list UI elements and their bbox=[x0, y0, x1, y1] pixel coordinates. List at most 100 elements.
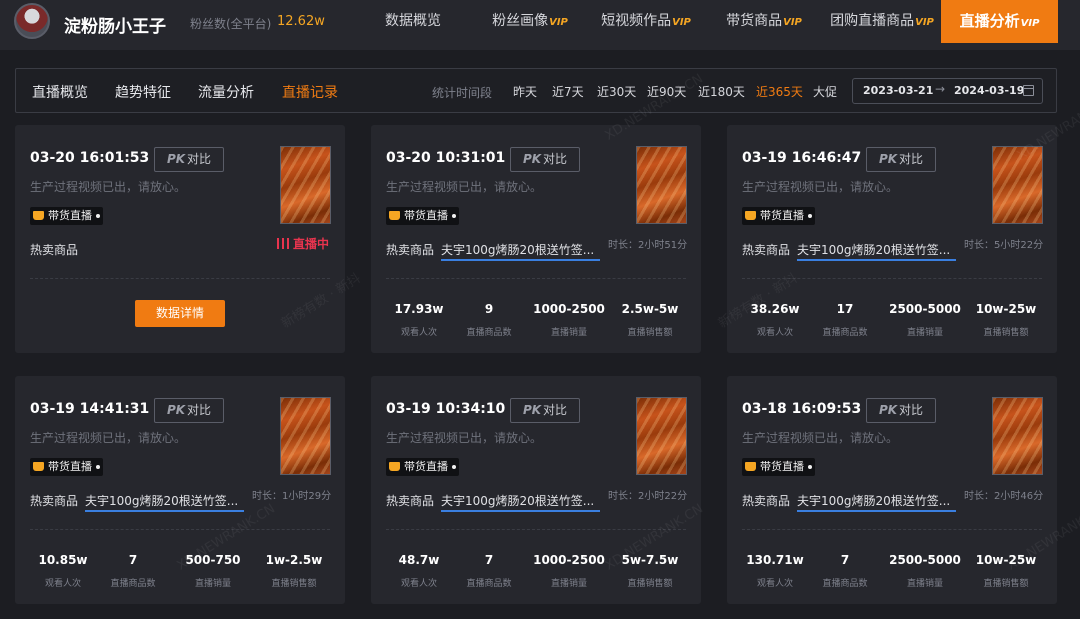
live-cover-thumbnail[interactable] bbox=[280, 146, 331, 224]
nav-tab-selling-products[interactable]: 带货商品VIP bbox=[718, 0, 810, 43]
live-duration: 时长：2小时51分 bbox=[608, 240, 688, 251]
live-record-card: 03-19 14:41:31 PK 对比 生产过程视频已出，请放心。 带货直播 热… bbox=[15, 376, 345, 604]
live-cover-thumbnail[interactable] bbox=[992, 146, 1043, 224]
stat-product-count-label: 直播商品数 bbox=[822, 328, 868, 338]
nav-tab-group-live-products[interactable]: 团购直播商品VIP bbox=[824, 0, 940, 43]
pk-compare-label: 对比 bbox=[543, 403, 568, 417]
nav-tab-short-videos[interactable]: 短视频作品VIP bbox=[594, 0, 698, 43]
nav-tab-label: 带货商品 bbox=[726, 13, 783, 29]
live-record-card: 03-20 10:31:01 PK 对比 生产过程视频已出，请放心。 带货直播 热… bbox=[371, 125, 701, 353]
pk-compare-button[interactable]: PK 对比 bbox=[866, 398, 936, 423]
stat-product-count-value: 17 bbox=[836, 302, 854, 316]
calendar-icon[interactable] bbox=[1023, 85, 1034, 96]
pk-compare-button[interactable]: PK 对比 bbox=[154, 398, 224, 423]
stat-product-count-label: 直播商品数 bbox=[110, 579, 156, 589]
arrow-right-icon: → bbox=[935, 82, 946, 96]
hot-product-link[interactable]: 夫宇100g烤肠20根送竹签... bbox=[797, 241, 956, 261]
card-divider bbox=[742, 278, 1042, 279]
sub-navigation-bar: 直播概览 趋势特征 流量分析 直播记录 统计时间段 昨天 近7天 近30天 近9… bbox=[15, 68, 1057, 113]
nav-tab-live-analysis[interactable]: 直播分析VIP bbox=[941, 0, 1058, 43]
stat-sales-volume-value: 1000-2500 bbox=[533, 302, 605, 316]
nav-tab-label: 粉丝画像 bbox=[492, 13, 549, 29]
stat-sales-amount-label: 直播销售额 bbox=[627, 579, 673, 589]
pk-compare-button[interactable]: PK 对比 bbox=[154, 147, 224, 172]
vip-badge: VIP bbox=[1020, 18, 1040, 29]
hot-product-link[interactable]: 夫宇100g烤肠20根送竹签... bbox=[85, 492, 244, 512]
live-description: 生产过程视频已出，请放心。 bbox=[386, 180, 543, 194]
hot-product-link[interactable]: 夫宇100g烤肠20根送竹签... bbox=[797, 492, 956, 512]
pk-compare-button[interactable]: PK 对比 bbox=[510, 398, 580, 423]
shopping-cart-icon bbox=[389, 462, 400, 471]
pk-compare-label: 对比 bbox=[899, 152, 924, 166]
pk-icon: PK bbox=[166, 403, 186, 417]
data-details-button[interactable]: 数据详情 bbox=[135, 300, 225, 327]
live-now-indicator: 直播中 bbox=[277, 235, 329, 252]
fans-count-label: 粉丝数(全平台) bbox=[190, 17, 272, 31]
hot-product-link[interactable]: 夫宇100g烤肠20根送竹签... bbox=[441, 241, 600, 261]
live-type-tag: 带货直播 bbox=[742, 207, 815, 225]
avatar[interactable] bbox=[14, 3, 50, 39]
live-cover-thumbnail[interactable] bbox=[636, 146, 687, 224]
live-cover-thumbnail[interactable] bbox=[992, 397, 1043, 475]
period-option-365d[interactable]: 近365天 bbox=[756, 83, 803, 100]
shopping-cart-icon bbox=[745, 462, 756, 471]
period-option-7d[interactable]: 近7天 bbox=[552, 83, 584, 100]
live-duration: 时长：2小时46分 bbox=[964, 491, 1044, 502]
pk-compare-button[interactable]: PK 对比 bbox=[510, 147, 580, 172]
vip-badge: VIP bbox=[672, 17, 691, 28]
live-type-label: 带货直播 bbox=[48, 209, 92, 222]
date-range-picker[interactable]: 2023-03-21 → 2024-03-19 bbox=[852, 78, 1043, 104]
live-start-time: 03-20 10:31:01 bbox=[386, 150, 506, 166]
live-now-label: 直播中 bbox=[293, 237, 330, 251]
pk-icon: PK bbox=[522, 152, 542, 166]
pk-compare-button[interactable]: PK 对比 bbox=[866, 147, 936, 172]
top-bar: 淀粉肠小王子 粉丝数(全平台) 12.62w 数据概览 粉丝画像VIP 短视频作… bbox=[0, 0, 1080, 50]
shopping-cart-icon bbox=[33, 211, 44, 220]
shopping-cart-icon bbox=[33, 462, 44, 471]
card-divider bbox=[30, 529, 330, 530]
live-description: 生产过程视频已出，请放心。 bbox=[386, 431, 543, 445]
hot-products-label: 热卖商品 bbox=[386, 494, 435, 508]
live-cover-thumbnail[interactable] bbox=[636, 397, 687, 475]
period-option-180d[interactable]: 近180天 bbox=[698, 83, 745, 100]
live-type-label: 带货直播 bbox=[48, 460, 92, 473]
period-option-90d[interactable]: 近90天 bbox=[647, 83, 686, 100]
stat-sales-volume-label: 直播销量 bbox=[550, 579, 587, 589]
pk-compare-label: 对比 bbox=[543, 152, 568, 166]
card-divider bbox=[742, 529, 1042, 530]
live-type-label: 带货直播 bbox=[404, 460, 448, 473]
nav-tab-fan-profile[interactable]: 粉丝画像VIP bbox=[482, 0, 578, 43]
account-name: 淀粉肠小王子 bbox=[64, 17, 166, 37]
period-option-30d[interactable]: 近30天 bbox=[597, 83, 636, 100]
stat-product-count-label: 直播商品数 bbox=[822, 579, 868, 589]
pk-compare-label: 对比 bbox=[899, 403, 924, 417]
live-description: 生产过程视频已出，请放心。 bbox=[30, 180, 187, 194]
subtab-trend-features[interactable]: 趋势特征 bbox=[115, 82, 171, 102]
stat-sales-volume-value: 2500-5000 bbox=[889, 553, 961, 567]
stat-product-count-value: 7 bbox=[128, 553, 138, 567]
period-option-yesterday[interactable]: 昨天 bbox=[513, 83, 537, 100]
live-start-time: 03-19 14:41:31 bbox=[30, 401, 150, 417]
nav-tab-label: 团购直播商品 bbox=[830, 13, 915, 29]
hot-product-link[interactable]: 夫宇100g烤肠20根送竹签... bbox=[441, 492, 600, 512]
fans-count-value: 12.62w bbox=[277, 14, 325, 29]
subtab-live-overview[interactable]: 直播概览 bbox=[32, 82, 88, 102]
stat-sales-volume-value: 500-750 bbox=[185, 553, 241, 567]
stat-sales-amount-value: 10w-25w bbox=[975, 553, 1037, 567]
card-divider bbox=[386, 278, 686, 279]
subtab-traffic-analysis[interactable]: 流量分析 bbox=[198, 82, 254, 102]
live-cover-thumbnail[interactable] bbox=[280, 397, 331, 475]
pk-icon: PK bbox=[166, 152, 186, 166]
stat-sales-volume-label: 直播销量 bbox=[906, 579, 943, 589]
period-option-promo[interactable]: 大促 bbox=[813, 83, 837, 100]
live-record-card: 03-19 16:46:47 PK 对比 生产过程视频已出，请放心。 带货直播 热… bbox=[727, 125, 1057, 353]
subtab-live-records[interactable]: 直播记录 bbox=[282, 82, 338, 102]
stat-sales-amount-label: 直播销售额 bbox=[627, 328, 673, 338]
pk-icon: PK bbox=[878, 152, 898, 166]
stat-sales-amount-label: 直播销售额 bbox=[983, 328, 1029, 338]
nav-tab-data-overview[interactable]: 数据概览 bbox=[372, 0, 454, 43]
period-label: 统计时间段 bbox=[432, 86, 493, 100]
stat-sales-amount-value: 1w-2.5w bbox=[265, 553, 323, 567]
shopping-cart-icon bbox=[745, 211, 756, 220]
live-record-card: 03-19 10:34:10 PK 对比 生产过程视频已出，请放心。 带货直播 热… bbox=[371, 376, 701, 604]
